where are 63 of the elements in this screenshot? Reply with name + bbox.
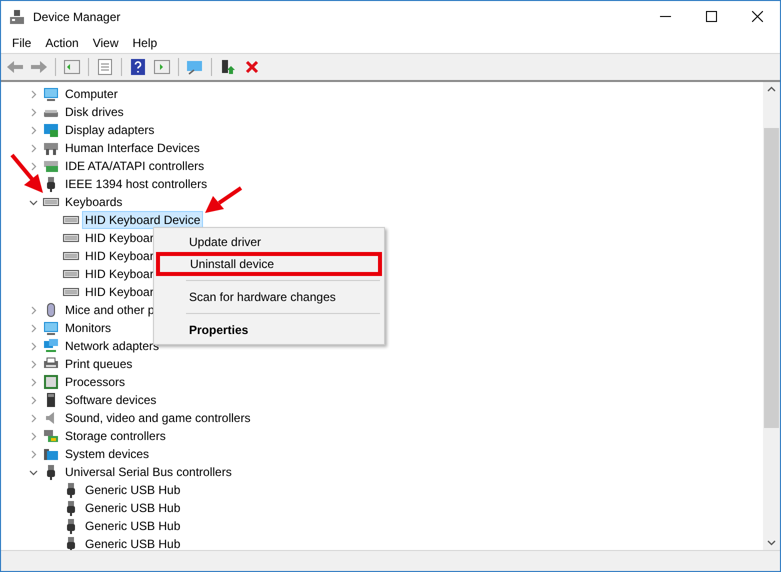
- console-tree-button[interactable]: [62, 57, 82, 77]
- context-menu-item[interactable]: Uninstall device: [157, 253, 381, 275]
- tree-item[interactable]: HID Keyboar: [82, 229, 157, 247]
- context-menu-item[interactable]: Update driver: [156, 231, 382, 253]
- annotation-arrow: [10, 153, 44, 194]
- tree-item[interactable]: Sound, video and game controllers: [62, 409, 254, 427]
- tree-item[interactable]: Generic USB Hub: [82, 481, 184, 499]
- controller-icon: [43, 158, 59, 174]
- tree-item[interactable]: Universal Serial Bus controllers: [62, 463, 235, 481]
- tree-item[interactable]: HID Keyboar: [82, 265, 157, 283]
- monitor-search-icon: [186, 59, 204, 75]
- right-arrow-icon: [30, 60, 48, 74]
- tree-item[interactable]: System devices: [62, 445, 152, 463]
- panel-icon: [154, 60, 170, 74]
- tree-item[interactable]: Monitors: [62, 319, 114, 337]
- annotation-arrow: [205, 186, 243, 214]
- delete-x-icon: [245, 60, 259, 74]
- tree-item[interactable]: Processors: [62, 373, 128, 391]
- document-icon: [98, 59, 112, 75]
- menu-item[interactable]: File: [5, 36, 38, 50]
- left-arrow-icon: [6, 60, 24, 74]
- display-adapter-icon: [43, 122, 59, 138]
- tree-item[interactable]: HID Keyboard Device: [82, 211, 204, 229]
- tree-item[interactable]: IDE ATA/ATAPI controllers: [62, 157, 208, 175]
- tree-item[interactable]: HID Keyboar: [82, 247, 157, 265]
- tree-item[interactable]: Generic USB Hub: [82, 535, 184, 550]
- scroll-up-icon[interactable]: [767, 86, 776, 92]
- tree-item[interactable]: Disk drives: [62, 103, 127, 121]
- tree-item[interactable]: Generic USB Hub: [82, 517, 184, 535]
- tree-item[interactable]: Storage controllers: [62, 427, 169, 445]
- storage-controller-icon: [43, 428, 59, 444]
- system-folder-icon: [43, 446, 59, 462]
- maximize-icon: [706, 11, 716, 22]
- device-update-icon: [220, 59, 236, 75]
- collapse-chevron-icon[interactable]: [28, 198, 38, 206]
- close-icon: [752, 11, 762, 22]
- processor-icon: [43, 374, 59, 390]
- panel-icon: [64, 60, 80, 74]
- tree-item[interactable]: Software devices: [62, 391, 160, 409]
- tree-item[interactable]: HID Keyboar: [82, 283, 157, 301]
- context-menu-item[interactable]: Scan for hardware changes: [156, 286, 382, 308]
- properties-button[interactable]: [95, 57, 115, 77]
- tree-item[interactable]: IEEE 1394 host controllers: [62, 175, 210, 193]
- tree-item[interactable]: Display adapters: [62, 121, 158, 139]
- app-icon: [9, 8, 25, 24]
- tree-item[interactable]: Print queues: [62, 355, 136, 373]
- help-button[interactable]: [128, 57, 148, 77]
- menu-item[interactable]: View: [86, 36, 126, 50]
- keyboard-mouse-icon: [43, 140, 59, 156]
- help-icon: [131, 59, 145, 75]
- scrollbar[interactable]: [763, 82, 780, 550]
- tree-item[interactable]: Human Interface Devices: [62, 139, 203, 157]
- tree-item[interactable]: Computer: [62, 85, 121, 103]
- menu-item[interactable]: Action: [38, 36, 86, 50]
- monitor-icon: [43, 86, 59, 102]
- window-title: Device Manager: [33, 10, 122, 24]
- collapse-chevron-icon[interactable]: [28, 468, 38, 476]
- tree-item[interactable]: Keyboards: [62, 193, 126, 211]
- menu-item[interactable]: Help: [126, 36, 164, 50]
- monitor-icon: [43, 320, 59, 336]
- scroll-down-icon[interactable]: [767, 540, 776, 546]
- tree-item[interactable]: Generic USB Hub: [82, 499, 184, 517]
- network-icon: [43, 338, 59, 354]
